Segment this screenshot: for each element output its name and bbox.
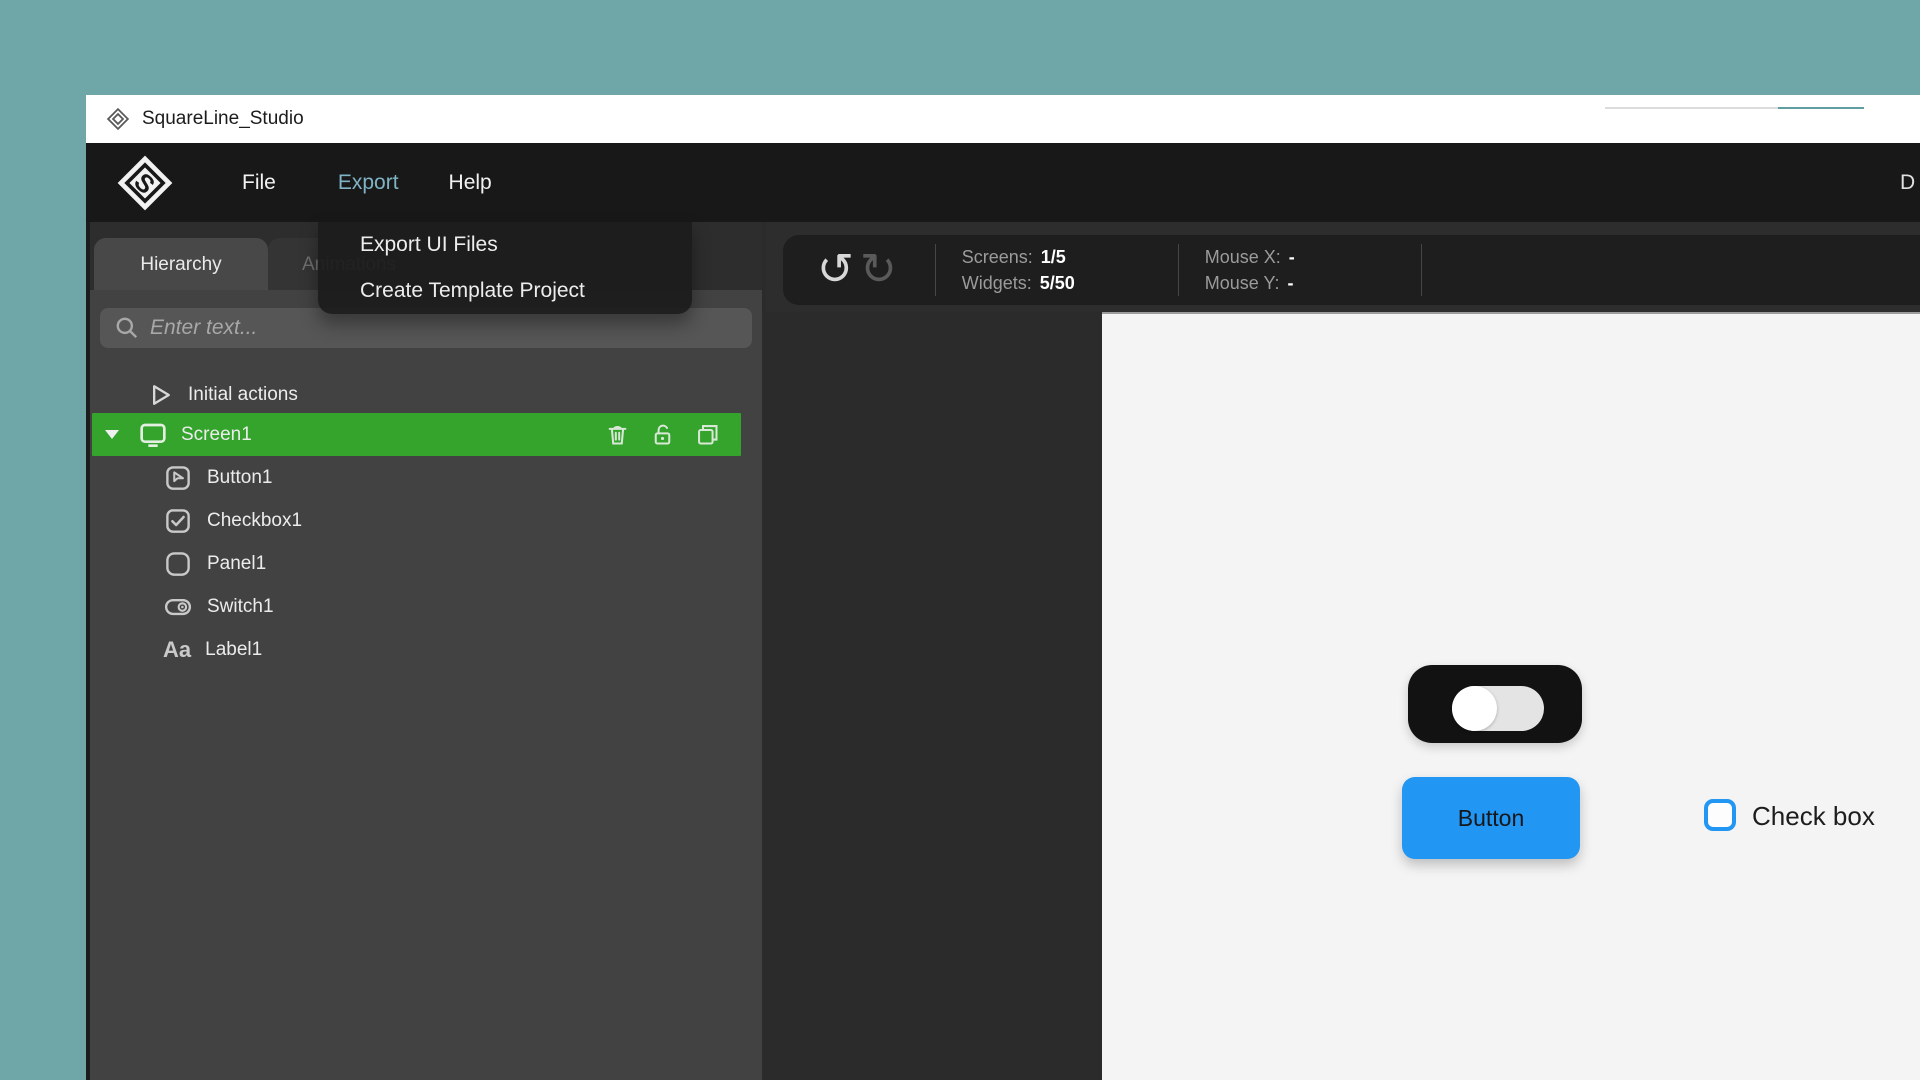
tree-item-label1[interactable]: Aa Label1 xyxy=(90,628,762,671)
tree-item-label: Screen1 xyxy=(181,424,252,446)
menu-item-export-ui-files[interactable]: Export UI Files xyxy=(318,222,692,268)
trash-icon[interactable] xyxy=(604,421,631,448)
checkbox-widget-label: Check box xyxy=(1752,801,1875,832)
switch-knob xyxy=(1452,686,1497,731)
tree-item-label: Initial actions xyxy=(188,384,298,406)
main-area: Hierarchy Animations xyxy=(86,222,1920,1080)
menu-export[interactable]: Export xyxy=(338,171,399,195)
design-canvas[interactable]: Button Check box xyxy=(1102,312,1920,1080)
tree-item-panel1[interactable]: Panel1 xyxy=(90,542,762,585)
button-widget-label: Button xyxy=(1458,805,1525,832)
button-widget[interactable]: Button xyxy=(1402,777,1580,859)
tree-item-initial-actions[interactable]: Initial actions xyxy=(90,373,762,416)
mouse-y-value: - xyxy=(1287,273,1293,294)
toolbar-divider xyxy=(1421,244,1422,296)
window-title: SquareLine_Studio xyxy=(142,108,304,130)
search-icon xyxy=(114,315,140,341)
collapse-caret-icon[interactable] xyxy=(105,430,119,439)
panel-widget-icon xyxy=(163,549,193,579)
tree-item-screen1[interactable]: Screen1 xyxy=(92,413,741,456)
duplicate-icon[interactable] xyxy=(694,421,721,448)
squareline-logo-icon: S xyxy=(114,154,176,212)
unlock-icon[interactable] xyxy=(649,421,676,448)
tree-item-label: Button1 xyxy=(207,467,273,489)
titlebar-accent-line xyxy=(1778,107,1864,109)
menu-item-create-template-project[interactable]: Create Template Project xyxy=(318,268,692,314)
button-widget-icon xyxy=(163,463,193,493)
screens-widgets-stats: Screens: 1/5 Widgets: 5/50 xyxy=(962,247,1122,294)
desktop-background: SquareLine_Studio S File Export Help D xyxy=(0,0,1920,1080)
squareline-studio-window: SquareLine_Studio S File Export Help D xyxy=(86,95,1920,1080)
switch-widget-icon xyxy=(163,592,193,622)
workspace: ↺ ↻ Screens: 1/5 Widgets: 5/50 Mouse X:- M… xyxy=(766,222,1920,1080)
hierarchy-content: Initial actions Screen1 xyxy=(90,290,762,1080)
hierarchy-search[interactable] xyxy=(100,308,752,348)
tree-item-label: Switch1 xyxy=(207,596,274,618)
menu-file[interactable]: File xyxy=(242,171,276,195)
mouse-stats: Mouse X:- Mouse Y:- xyxy=(1205,247,1365,294)
switch-widget[interactable] xyxy=(1408,665,1582,743)
redo-icon[interactable]: ↻ xyxy=(860,240,897,300)
mouse-x-label: Mouse X: xyxy=(1205,247,1281,268)
app-diamond-icon xyxy=(106,107,130,131)
tree-item-label: Panel1 xyxy=(207,553,266,575)
undo-icon[interactable]: ↺ xyxy=(817,240,854,300)
menu-right-clipped[interactable]: D xyxy=(1900,171,1915,195)
mouse-y-label: Mouse Y: xyxy=(1205,273,1280,294)
toolbar: ↺ ↻ Screens: 1/5 Widgets: 5/50 Mouse X:- M… xyxy=(783,235,1920,305)
menu-help[interactable]: Help xyxy=(449,171,492,195)
label-widget-icon: Aa xyxy=(163,637,191,663)
checkbox-widget[interactable] xyxy=(1704,799,1736,831)
tree-item-button1[interactable]: Button1 xyxy=(90,456,762,499)
tree-item-label: Label1 xyxy=(205,639,262,661)
switch-track xyxy=(1452,686,1544,731)
mouse-x-value: - xyxy=(1289,247,1295,268)
toolbar-divider xyxy=(935,244,936,296)
screens-label: Screens: xyxy=(962,247,1033,268)
screen-widget-icon xyxy=(137,419,169,451)
toolbar-divider xyxy=(1178,244,1179,296)
screens-value: 1/5 xyxy=(1041,247,1066,268)
widgets-value: 5/50 xyxy=(1040,273,1075,294)
play-icon xyxy=(146,381,174,409)
menubar: S File Export Help D xyxy=(86,143,1920,222)
widgets-label: Widgets: xyxy=(962,273,1032,294)
export-dropdown-menu: Export UI Files Create Template Project xyxy=(318,222,692,314)
hierarchy-panel: Hierarchy Animations xyxy=(90,222,762,1080)
tree-item-label: Checkbox1 xyxy=(207,510,302,532)
search-input[interactable] xyxy=(150,316,710,340)
tree-item-switch1[interactable]: Switch1 xyxy=(90,585,762,628)
tab-hierarchy[interactable]: Hierarchy xyxy=(94,238,268,291)
tree-item-checkbox1[interactable]: Checkbox1 xyxy=(90,499,762,542)
tab-hierarchy-label: Hierarchy xyxy=(140,254,221,276)
checkbox-widget-icon xyxy=(163,506,193,536)
window-titlebar: SquareLine_Studio xyxy=(86,95,1920,143)
toolbar-strip: ↺ ↻ Screens: 1/5 Widgets: 5/50 Mouse X:- M… xyxy=(766,222,1920,312)
